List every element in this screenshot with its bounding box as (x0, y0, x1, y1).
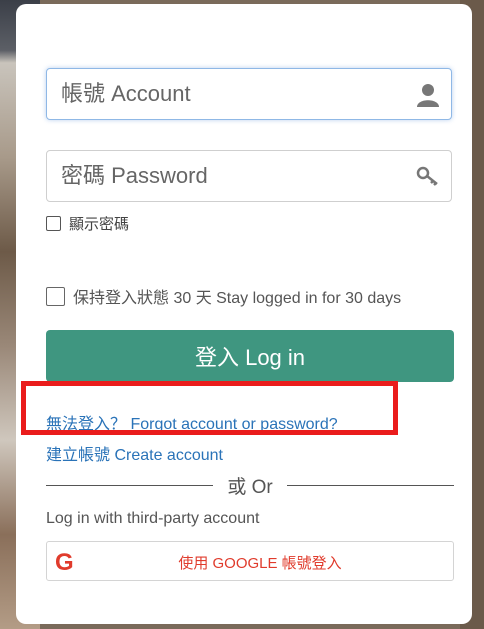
password-field[interactable] (46, 150, 452, 202)
google-button-label: 使用 GOOGLE 帳號登入 (178, 555, 342, 572)
account-field[interactable] (46, 68, 452, 120)
stay-logged-in-checkbox[interactable]: 保持登入狀態 30 天 Stay logged in for 30 days (46, 284, 401, 308)
divider-label: 或 Or (227, 476, 273, 498)
login-button-label: 登入 Log in (194, 345, 306, 370)
or-divider: 或 Or (46, 474, 455, 498)
divider-line (286, 484, 455, 486)
third-party-label: Log in with third-party account (46, 510, 260, 527)
login-button[interactable]: 登入 Log in (46, 330, 454, 382)
show-password-checkbox[interactable]: 顯示密碼 (46, 213, 129, 234)
highlight-box (21, 381, 398, 435)
user-icon (417, 84, 439, 107)
stay-logged-in-label: 保持登入狀態 30 天 Stay logged in for 30 days (73, 290, 402, 307)
password-input[interactable] (47, 151, 451, 201)
checkbox-box[interactable] (46, 216, 61, 231)
divider-line (46, 484, 214, 486)
account-input[interactable] (47, 69, 451, 119)
key-icon (416, 166, 438, 186)
checkbox-box[interactable] (46, 286, 65, 306)
create-account-link[interactable]: 建立帳號 Create account (46, 441, 223, 465)
google-login-button[interactable]: G 使用 GOOGLE 帳號登入 (46, 541, 454, 581)
show-password-label: 顯示密碼 (69, 216, 130, 233)
